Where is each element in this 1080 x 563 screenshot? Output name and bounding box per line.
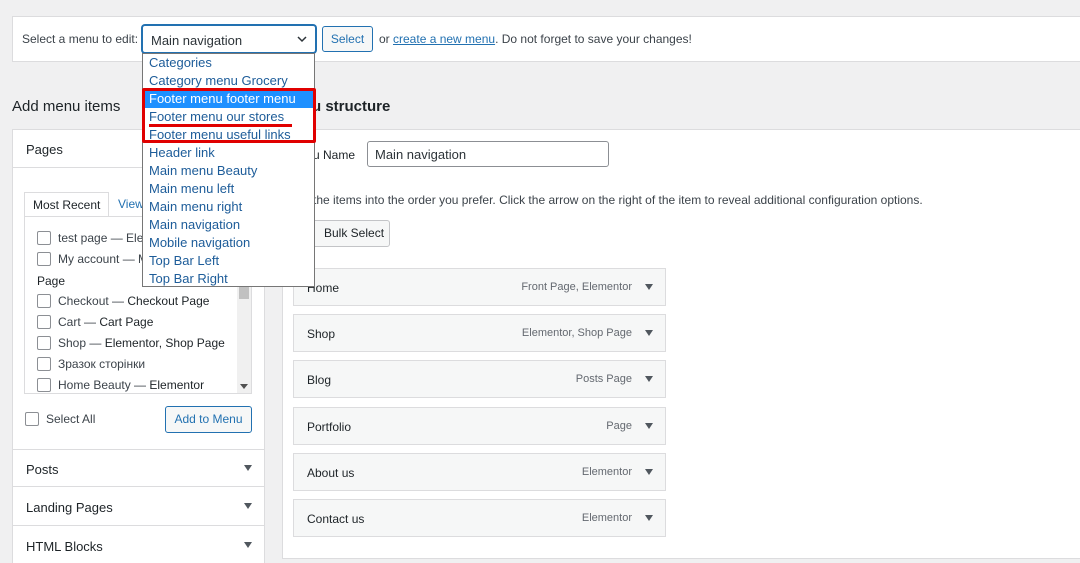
html-blocks-section-header[interactable]: HTML Blocks [13,527,264,563]
html-blocks-section-title: HTML Blocks [26,539,103,554]
chevron-down-icon[interactable] [645,469,653,475]
create-new-menu-link[interactable]: create a new menu [393,32,495,46]
chevron-down-icon [244,503,252,509]
list-item[interactable]: Cart — Cart Page [37,315,153,329]
chevron-down-icon[interactable] [645,284,653,290]
list-item-label: Checkout — [58,294,128,308]
menu-item-type: Elementor [581,512,632,524]
posts-section-header[interactable]: Posts [13,449,264,487]
menu-item-title: Contact us [307,512,365,526]
dropdown-option[interactable]: Main menu Beauty [143,162,314,180]
dropdown-option[interactable]: Main menu right [143,198,314,216]
menu-item-blog[interactable]: Blog Posts Page [293,360,666,398]
list-item-label: test page — Ele [58,231,144,245]
menu-select-value: Main navigation [151,33,243,48]
menu-select-dropdown[interactable]: Main navigation [142,25,316,53]
menu-item-title: Portfolio [307,420,352,434]
dropdown-option[interactable]: Categories [143,54,314,72]
dropdown-option[interactable]: Main menu left [143,180,314,198]
menu-item-title: Blog [307,373,332,387]
list-item[interactable]: Checkout — Checkout Page [37,294,209,308]
menu-item-type: Elementor, Shop Page [521,327,632,339]
menu-name-input[interactable] [367,141,609,167]
list-item-label: Shop — [58,336,105,350]
dropdown-option[interactable]: Header link [143,144,314,162]
dropdown-option[interactable]: Top Bar Left [143,252,314,270]
landing-pages-section-header[interactable]: Landing Pages [13,488,264,526]
save-reminder-text: . Do not forget to save your changes! [495,32,692,46]
scroll-down-arrow-icon[interactable] [240,384,248,389]
menu-item-contact-us[interactable]: Contact us Elementor [293,499,666,537]
select-all-label: Select All [46,412,96,426]
list-item[interactable]: Shop — Elementor, Shop Page [37,336,225,350]
annotation-highlight-box [142,88,316,143]
chevron-down-icon[interactable] [645,515,653,521]
pages-section-title: Pages [26,142,63,157]
checkbox[interactable] [37,378,51,392]
chevron-down-icon[interactable] [645,376,653,382]
menu-item-type: Elementor [581,466,632,478]
menu-structure-heading: u structure [312,98,391,115]
chevron-down-icon[interactable] [645,330,653,336]
checkbox[interactable] [37,231,51,245]
list-item-type: Elementor, Shop Page [104,336,225,350]
menu-item-about-us[interactable]: About us Elementor [293,453,666,491]
dropdown-option[interactable]: Top Bar Right [143,270,314,288]
annotation-underline [149,124,292,127]
list-item[interactable]: Home Beauty — Elementor [37,378,204,392]
page-group-label: Page [37,274,66,288]
list-item-label: Home Beauty — [58,378,150,392]
list-item-type: Elementor [149,378,205,392]
checkbox[interactable] [37,336,51,350]
dropdown-option[interactable]: Main navigation [143,216,314,234]
tab-most-recent[interactable]: Most Recent [24,192,110,217]
dropdown-option[interactable]: Mobile navigation [143,234,314,252]
chevron-down-icon [244,542,252,548]
list-item-label: Зразок сторінки [58,357,146,371]
chevron-down-icon [244,465,252,471]
posts-section-title: Posts [26,462,59,477]
create-menu-text: or create a new menu. Do not forget to s… [379,32,692,46]
chevron-down-icon [297,36,307,43]
menu-item-home[interactable]: Home Front Page, Elementor [293,268,666,306]
list-item-type: Cart Page [99,315,154,329]
select-button[interactable]: Select [322,26,373,52]
menu-item-type: Page [606,420,632,432]
menu-name-label: u Name [313,148,356,162]
list-item[interactable]: Зразок сторінки [37,357,145,371]
select-menu-label: Select a menu to edit: [22,32,139,46]
list-item-type: Checkout Page [127,294,210,308]
menu-item-shop[interactable]: Shop Elementor, Shop Page [293,314,666,352]
list-item[interactable]: My account — M [37,252,148,266]
checkbox[interactable] [37,252,51,266]
checkbox[interactable] [25,412,39,426]
checkbox[interactable] [37,294,51,308]
menu-item-title: Shop [307,327,336,341]
list-item-label: Cart — [58,315,100,329]
menu-item-type: Posts Page [575,373,632,385]
menu-item-type: Front Page, Elementor [521,281,632,293]
menu-structure-panel: u Name the items into the order you pref… [282,129,1080,559]
checkbox[interactable] [37,315,51,329]
landing-pages-section-title: Landing Pages [26,500,113,515]
or-text: or [379,32,390,46]
menu-item-portfolio[interactable]: Portfolio Page [293,407,666,445]
chevron-down-icon[interactable] [645,423,653,429]
list-item-label: My account — M [58,252,149,266]
list-item[interactable]: test page — Ele [37,231,143,245]
checkbox[interactable] [37,357,51,371]
menu-item-title: About us [307,466,355,480]
add-menu-items-heading: Add menu items [12,98,121,115]
select-all-checkbox[interactable]: Select All [25,412,95,426]
menu-instructions: the items into the order you prefer. Cli… [313,193,923,207]
add-to-menu-button[interactable]: Add to Menu [165,406,252,433]
